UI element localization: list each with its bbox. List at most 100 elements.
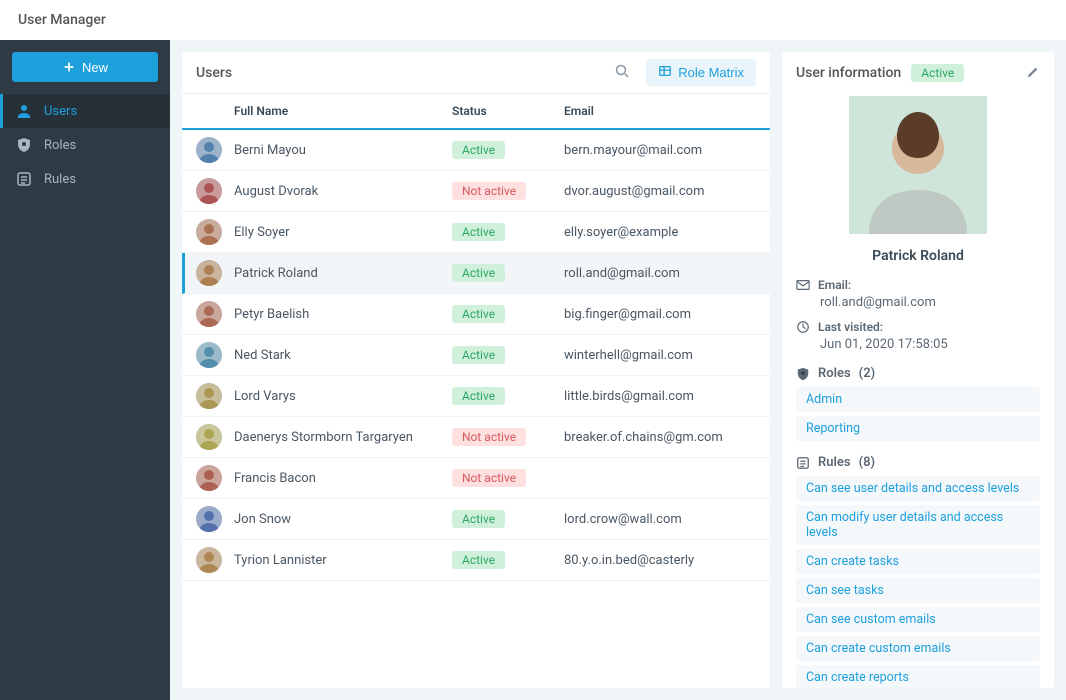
clock-icon xyxy=(796,320,810,334)
app-header: User Manager xyxy=(0,0,1066,40)
table-header: Full Name Status Email xyxy=(182,94,770,130)
avatar xyxy=(196,506,222,532)
cell-name: Jon Snow xyxy=(234,512,452,527)
rules-list: Can see user details and access levels Ca… xyxy=(796,476,1040,688)
avatar xyxy=(196,301,222,327)
table-row[interactable]: Patrick RolandActive roll.and@gmail.com xyxy=(182,253,770,294)
status-badge: Active xyxy=(452,141,505,159)
rules-icon xyxy=(16,171,32,187)
rules-count: (8) xyxy=(859,455,876,470)
search-button[interactable] xyxy=(608,59,636,87)
status-badge: Active xyxy=(452,510,505,528)
column-email[interactable]: Email xyxy=(564,104,756,118)
shield-icon xyxy=(796,367,810,381)
status-badge: Not active xyxy=(452,182,526,200)
rule-link[interactable]: Can create reports xyxy=(796,665,1040,688)
role-matrix-button[interactable]: Role Matrix xyxy=(646,59,756,86)
avatar xyxy=(196,465,222,491)
cell-name: Lord Varys xyxy=(234,389,452,404)
cell-name: Francis Bacon xyxy=(234,471,452,486)
app-title: User Manager xyxy=(18,12,106,28)
nav-label: Roles xyxy=(44,138,76,153)
detail-panel: User information Active Patrick Roland E… xyxy=(782,52,1054,688)
users-panel-title: Users xyxy=(196,65,608,81)
roles-count: (2) xyxy=(859,366,876,381)
cell-name: Elly Soyer xyxy=(234,225,452,240)
status-badge: Active xyxy=(452,346,505,364)
avatar xyxy=(196,547,222,573)
cell-name: Patrick Roland xyxy=(234,266,452,281)
cell-email: dvor.august@gmail.com xyxy=(564,184,756,199)
cell-email: winterhell@gmail.com xyxy=(564,348,756,363)
status-badge: Active xyxy=(452,387,505,405)
column-status[interactable]: Status xyxy=(452,104,564,118)
sidebar-item-rules[interactable]: Rules xyxy=(0,162,170,196)
users-panel: Users Role Matrix Full Name Status Email xyxy=(182,52,770,688)
table-row[interactable]: Tyrion LannisterActive80.y.o.in.bed@cast… xyxy=(182,540,770,581)
role-link[interactable]: Admin xyxy=(796,387,1040,412)
avatar xyxy=(196,219,222,245)
rule-link[interactable]: Can modify user details and access level… xyxy=(796,505,1040,545)
table-row[interactable]: Lord VarysActivelittle.birds@gmail.com xyxy=(182,376,770,417)
cell-name: Daenerys Stormborn Targaryen xyxy=(234,430,452,445)
table-row[interactable]: Ned StarkActivewinterhell@gmail.com xyxy=(182,335,770,376)
table-row[interactable]: Petyr BaelishActivebig.finger@gmail.com xyxy=(182,294,770,335)
detail-name: Patrick Roland xyxy=(872,248,964,264)
cell-email: big.finger@gmail.com xyxy=(564,307,756,322)
detail-header: User information Active xyxy=(796,64,1040,82)
rule-link[interactable]: Can see user details and access levels xyxy=(796,476,1040,501)
rule-link[interactable]: Can create custom emails xyxy=(796,636,1040,661)
avatar xyxy=(196,424,222,450)
column-full-name[interactable]: Full Name xyxy=(234,104,452,118)
cell-email: lord.crow@wall.com xyxy=(564,512,756,527)
cell-email: elly.soyer@example xyxy=(564,225,756,240)
table-row[interactable]: Elly SoyerActiveelly.soyer@example xyxy=(182,212,770,253)
mail-icon xyxy=(796,278,810,292)
sidebar-item-users[interactable]: Users xyxy=(0,94,170,128)
cell-email: 80.y.o.in.bed@casterly xyxy=(564,553,756,568)
rules-icon xyxy=(796,456,810,470)
users-icon xyxy=(16,103,32,119)
cell-name: Tyrion Lannister xyxy=(234,553,452,568)
detail-last-visited: Jun 01, 2020 17:58:05 xyxy=(820,337,1040,352)
cell-email: bern.mayour@mail.com xyxy=(564,143,756,158)
nav-label: Users xyxy=(44,104,77,119)
avatar xyxy=(196,342,222,368)
table-row[interactable]: Daenerys Stormborn TargaryenNot active br… xyxy=(182,417,770,458)
role-matrix-label: Role Matrix xyxy=(678,65,744,80)
edit-button[interactable] xyxy=(1026,65,1040,82)
rule-link[interactable]: Can create tasks xyxy=(796,549,1040,574)
detail-status-badge: Active xyxy=(911,64,964,82)
table-body: Berni MayouActivebern.mayour@mail.comAug… xyxy=(182,130,770,688)
avatar xyxy=(196,383,222,409)
detail-avatar xyxy=(849,96,987,234)
rule-link[interactable]: Can see tasks xyxy=(796,578,1040,603)
pencil-icon xyxy=(1026,67,1040,82)
role-link[interactable]: Reporting xyxy=(796,416,1040,441)
last-visited-label: Last visited: xyxy=(818,320,883,334)
cell-name: Berni Mayou xyxy=(234,143,452,158)
roles-label: Roles xyxy=(818,366,851,381)
shield-icon xyxy=(16,137,32,153)
table-row[interactable]: Francis BaconNot active xyxy=(182,458,770,499)
status-badge: Active xyxy=(452,264,505,282)
detail-title: User information xyxy=(796,65,901,81)
status-badge: Active xyxy=(452,305,505,323)
detail-email: roll.and@gmail.com xyxy=(820,295,1040,310)
sidebar-item-roles[interactable]: Roles xyxy=(0,128,170,162)
table-row[interactable]: August DvorakNot activedvor.august@gmail… xyxy=(182,171,770,212)
matrix-icon xyxy=(658,64,672,81)
new-button[interactable]: New xyxy=(12,52,158,82)
avatar xyxy=(196,178,222,204)
status-badge: Not active xyxy=(452,428,526,446)
cell-email: breaker.of.chains@gm.com xyxy=(564,430,756,445)
avatar xyxy=(196,137,222,163)
table-row[interactable]: Jon SnowActive lord.crow@wall.com xyxy=(182,499,770,540)
cell-email: roll.and@gmail.com xyxy=(564,266,756,281)
status-badge: Not active xyxy=(452,469,526,487)
search-icon xyxy=(614,63,630,82)
sidebar: New Users Roles Rules xyxy=(0,40,170,700)
table-row[interactable]: Berni MayouActive bern.mayour@mail.com xyxy=(182,130,770,171)
avatar xyxy=(196,260,222,286)
rule-link[interactable]: Can see custom emails xyxy=(796,607,1040,632)
